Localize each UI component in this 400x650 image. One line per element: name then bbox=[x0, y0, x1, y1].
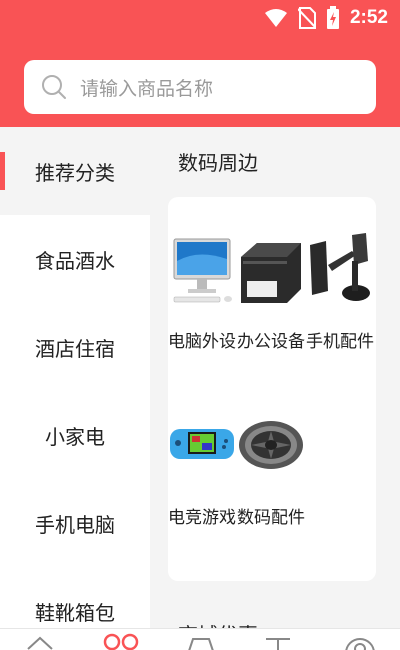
product-label: 办公设备 bbox=[237, 332, 305, 352]
phone-mount-icon bbox=[310, 233, 370, 301]
product-computer-peripherals[interactable]: 电脑外设 bbox=[168, 231, 238, 353]
product-esports-gaming[interactable]: 电竞游戏 bbox=[168, 407, 238, 529]
product-label: 电竞游戏 bbox=[168, 508, 236, 528]
search-icon bbox=[42, 75, 66, 99]
active-indicator bbox=[0, 152, 5, 190]
sidebar-item-small-appliances[interactable]: 小家电 bbox=[0, 391, 150, 479]
status-time: 2:52 bbox=[349, 7, 388, 28]
product-digital-accessories[interactable]: 数码配件 bbox=[237, 407, 307, 529]
shop-icon[interactable] bbox=[185, 635, 217, 650]
category-icon[interactable] bbox=[103, 633, 139, 650]
wifi-icon bbox=[264, 9, 287, 27]
cpu-fan-icon bbox=[239, 421, 303, 469]
sidebar-item-label: 推荐分类 bbox=[35, 160, 115, 185]
home-icon[interactable] bbox=[26, 635, 54, 650]
header: 2:52 请输入商品名称 bbox=[0, 0, 400, 127]
sidebar-item-hotels[interactable]: 酒店住宿 bbox=[0, 303, 150, 391]
sidebar-item-label: 手机电脑 bbox=[35, 512, 115, 537]
handheld-game-icon bbox=[170, 429, 234, 459]
sidebar-item-label: 酒店住宿 bbox=[35, 336, 115, 361]
product-phone-accessories[interactable]: 手机配件 bbox=[306, 231, 376, 353]
sidebar-item-label: 食品酒水 bbox=[35, 248, 115, 273]
product-office-equipment[interactable]: 办公设备 bbox=[237, 231, 307, 353]
bottom-nav bbox=[0, 628, 400, 650]
product-card: 电脑外设 办公设备 手机配件 电竞游戏 数码配件 bbox=[168, 197, 376, 581]
sidebar-item-food-drinks[interactable]: 食品酒水 bbox=[0, 215, 150, 303]
section-title: 数码周边 bbox=[178, 151, 258, 175]
sidebar-item-label: 鞋靴箱包 bbox=[35, 600, 115, 625]
product-label: 电脑外设 bbox=[168, 332, 236, 352]
category-sidebar: 推荐分类 食品酒水 酒店住宿 小家电 手机电脑 鞋靴箱包 bbox=[0, 127, 150, 637]
sidebar-item-phones-computers[interactable]: 手机电脑 bbox=[0, 479, 150, 567]
search-input[interactable]: 请输入商品名称 bbox=[24, 60, 376, 114]
sidebar-item-shoes-bags[interactable]: 鞋靴箱包 bbox=[0, 567, 150, 637]
category-content: 数码周边 电脑外设 办公设备 手机配件 电竞游戏 数码配件 bbox=[150, 127, 400, 637]
no-sim-icon bbox=[297, 7, 316, 29]
product-label: 数码配件 bbox=[237, 508, 305, 528]
product-label: 手机配件 bbox=[306, 332, 374, 352]
search-placeholder: 请输入商品名称 bbox=[80, 77, 214, 100]
orders-icon[interactable] bbox=[262, 635, 294, 650]
sidebar-item-label: 小家电 bbox=[45, 424, 105, 449]
sidebar-item-recommended[interactable]: 推荐分类 bbox=[0, 127, 150, 215]
status-bar: 2:52 bbox=[0, 0, 400, 36]
profile-icon[interactable] bbox=[342, 635, 378, 650]
printer-icon bbox=[241, 243, 301, 303]
battery-charging-icon bbox=[326, 6, 339, 29]
desktop-computer-icon bbox=[173, 238, 232, 303]
